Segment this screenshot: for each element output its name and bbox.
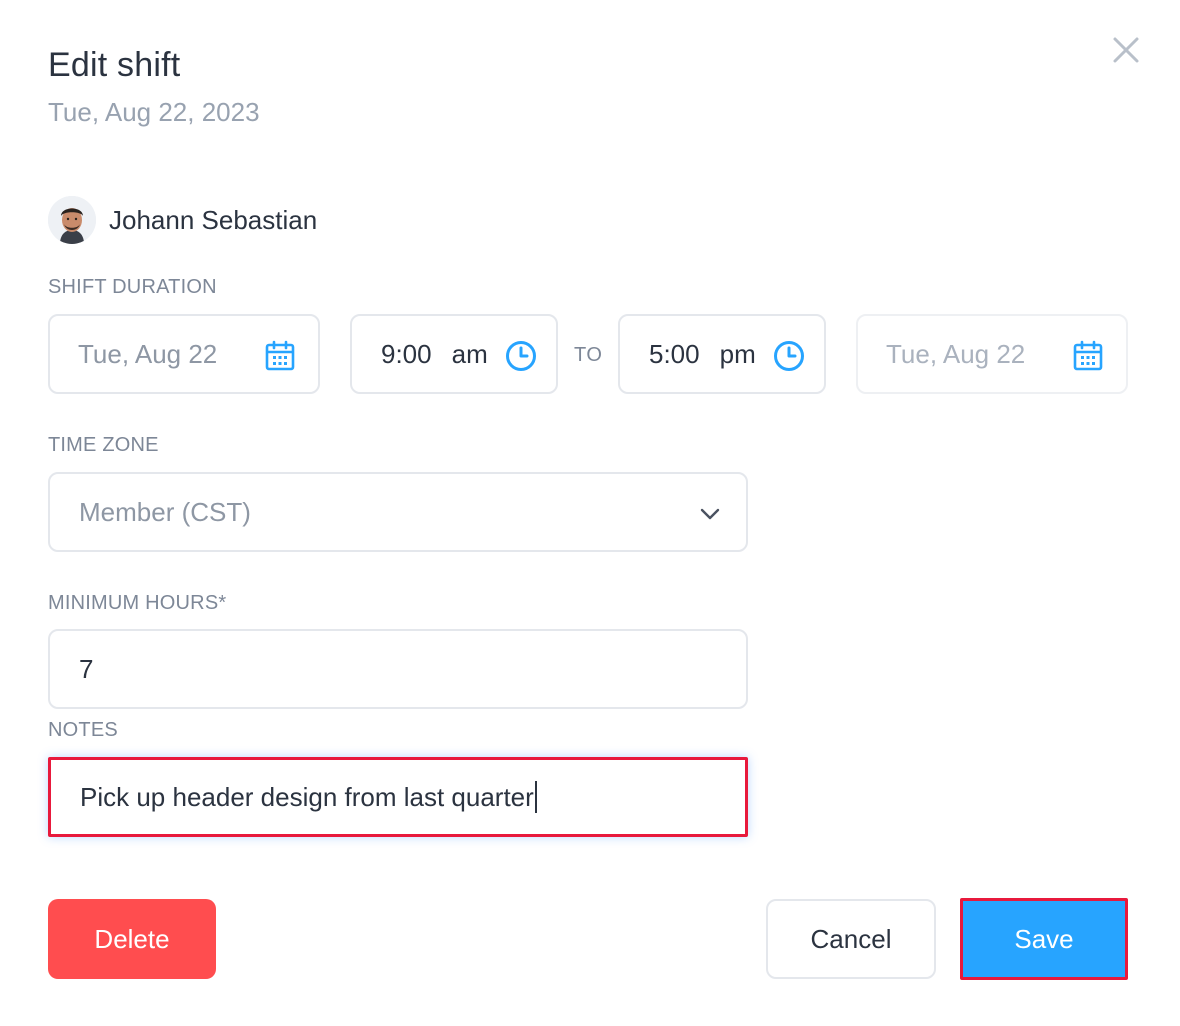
minimum-hours-label: MINIMUM HOURS* — [48, 592, 227, 614]
calendar-icon — [1073, 340, 1103, 371]
cancel-button[interactable]: Cancel — [766, 899, 936, 979]
notes-label: NOTES — [48, 719, 118, 741]
end-time-value: 5:00 — [649, 338, 700, 369]
delete-button[interactable]: Delete — [48, 899, 216, 979]
close-button[interactable] — [1106, 30, 1146, 70]
start-time-value: 9:00 — [381, 338, 432, 369]
member-row: Johann Sebastian — [48, 195, 317, 245]
time-zone-label: TIME ZONE — [48, 434, 159, 456]
minimum-hours-value: 7 — [79, 653, 94, 684]
calendar-icon — [265, 340, 295, 371]
end-date-value: Tue, Aug 22 — [886, 338, 1026, 369]
end-time-field[interactable]: 5:00 pm — [618, 314, 826, 394]
duration-separator: TO — [574, 344, 603, 366]
start-date-value: Tue, Aug 22 — [78, 338, 218, 369]
end-time-period: pm — [719, 338, 756, 369]
text-caret — [534, 781, 537, 813]
edit-shift-dialog: Edit shift Tue, Aug 22, 2023 Johann Seba… — [0, 0, 1180, 1026]
start-time-field[interactable]: 9:00 am — [350, 314, 558, 394]
time-zone-value: Member (CST) — [79, 496, 251, 527]
minimum-hours-input[interactable]: 7 — [48, 629, 748, 709]
shift-duration-label: SHIFT DURATION — [48, 276, 217, 298]
chevron-down-icon — [700, 508, 720, 520]
clock-icon — [506, 341, 536, 371]
clock-icon — [774, 341, 804, 371]
notes-value: Pick up header design from last quarter — [80, 781, 534, 812]
member-name: Johann Sebastian — [109, 204, 318, 235]
save-button[interactable]: Save — [960, 898, 1128, 980]
time-zone-select[interactable]: Member (CST) — [48, 472, 748, 552]
end-date-field[interactable]: Tue, Aug 22 — [856, 314, 1128, 394]
start-time-period: am — [451, 338, 488, 369]
avatar — [48, 196, 96, 244]
close-icon — [1113, 37, 1139, 63]
dialog-subtitle-date: Tue, Aug 22, 2023 — [48, 97, 260, 127]
notes-input[interactable]: Pick up header design from last quarter — [48, 757, 748, 837]
start-date-field[interactable]: Tue, Aug 22 — [48, 314, 320, 394]
dialog-title: Edit shift — [48, 46, 181, 84]
